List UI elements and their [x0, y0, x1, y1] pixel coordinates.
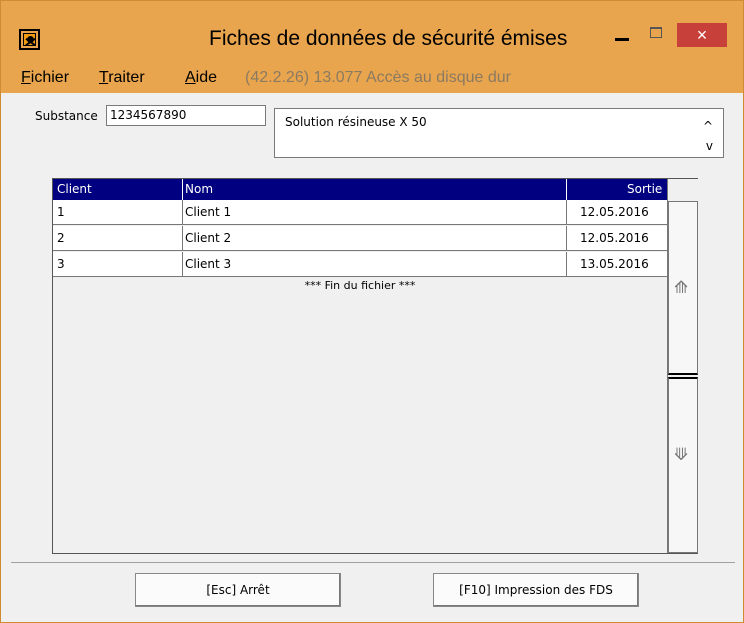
description-box[interactable]: Solution résineuse X 50 ^ v [274, 108, 724, 158]
menu-bar: Fichier Traiter Aide (42.2.26) 13.077 Ac… [1, 61, 743, 93]
stop-button[interactable]: [Esc] Arrêt [135, 573, 341, 607]
double-arrow-down-icon: ⟱ [674, 445, 689, 465]
cell-separator [182, 200, 183, 225]
chevron-up-icon[interactable]: ^ [703, 119, 713, 133]
footer-divider [11, 562, 735, 563]
cell-nom: Client 2 [185, 231, 232, 245]
menu-traiter-accel: T [99, 69, 109, 86]
menu-fichier-accel: F [21, 69, 31, 86]
hazard-skull-icon[interactable] [19, 29, 40, 50]
minimize-button[interactable] [607, 23, 637, 53]
cell-separator [566, 226, 567, 251]
cell-sortie: 12.05.2016 [580, 231, 649, 245]
chevron-down-icon[interactable]: v [706, 139, 713, 153]
menu-fichier-label: ichier [30, 69, 70, 86]
double-arrow-up-icon: ⟰ [674, 278, 689, 298]
header-client[interactable]: Client [57, 182, 92, 196]
minimize-icon [615, 38, 629, 41]
menu-aide-accel: A [185, 69, 196, 86]
table-row[interactable]: 2 Client 2 12.05.2016 [53, 226, 667, 251]
cell-client: 2 [57, 231, 65, 245]
close-button[interactable]: × [677, 23, 727, 47]
maximize-button[interactable] [641, 23, 671, 53]
scroll-up-button[interactable]: ⟰ [668, 201, 698, 375]
menu-traiter-label: raiter [108, 69, 145, 86]
icon-body [23, 33, 36, 46]
header-separator [566, 179, 567, 200]
cell-separator [566, 252, 567, 277]
client-table: Client Nom Sortie 1 Client 1 12.05.2016 … [52, 178, 698, 554]
description-text: Solution résineuse X 50 [285, 115, 427, 129]
cell-separator [182, 226, 183, 251]
table-row[interactable]: 1 Client 1 12.05.2016 [53, 200, 667, 225]
table-scrollbar[interactable]: ⟰ ⟱ [667, 179, 698, 553]
table-header: Client Nom Sortie [53, 179, 667, 200]
substance-input[interactable]: 1234567890 [106, 105, 266, 126]
menu-traiter[interactable]: Traiter [99, 69, 145, 87]
print-fds-button[interactable]: [F10] Impression des FDS [433, 573, 639, 607]
application-window: Fiches de données de sécurité émises × F… [0, 0, 744, 623]
title-bar: Fiches de données de sécurité émises × [1, 1, 743, 61]
cell-nom: Client 1 [185, 205, 232, 219]
header-sortie[interactable]: Sortie [627, 182, 662, 196]
cell-separator [182, 252, 183, 277]
scroll-down-button[interactable]: ⟱ [668, 377, 698, 553]
menu-aide-label: ide [195, 69, 218, 86]
window-title: Fiches de données de sécurité émises [209, 27, 568, 50]
cell-sortie: 12.05.2016 [580, 205, 649, 219]
menu-aide[interactable]: Aide [185, 69, 217, 87]
header-separator [182, 179, 183, 200]
table-row[interactable]: 3 Client 3 13.05.2016 [53, 252, 667, 277]
maximize-icon [650, 27, 662, 38]
menu-fichier[interactable]: Fichier [21, 69, 69, 87]
cell-sortie: 13.05.2016 [580, 257, 649, 271]
status-text: (42.2.26) 13.077 Accès au disque dur [245, 69, 511, 86]
cell-client: 1 [57, 205, 65, 219]
substance-label: Substance [35, 109, 98, 123]
cell-nom: Client 3 [185, 257, 232, 271]
header-nom[interactable]: Nom [185, 182, 213, 196]
cell-separator [566, 200, 567, 225]
main-content: Substance 1234567890 Solution résineuse … [11, 94, 735, 614]
end-of-file-text: *** Fin du fichier *** [304, 279, 416, 292]
cell-client: 3 [57, 257, 65, 271]
